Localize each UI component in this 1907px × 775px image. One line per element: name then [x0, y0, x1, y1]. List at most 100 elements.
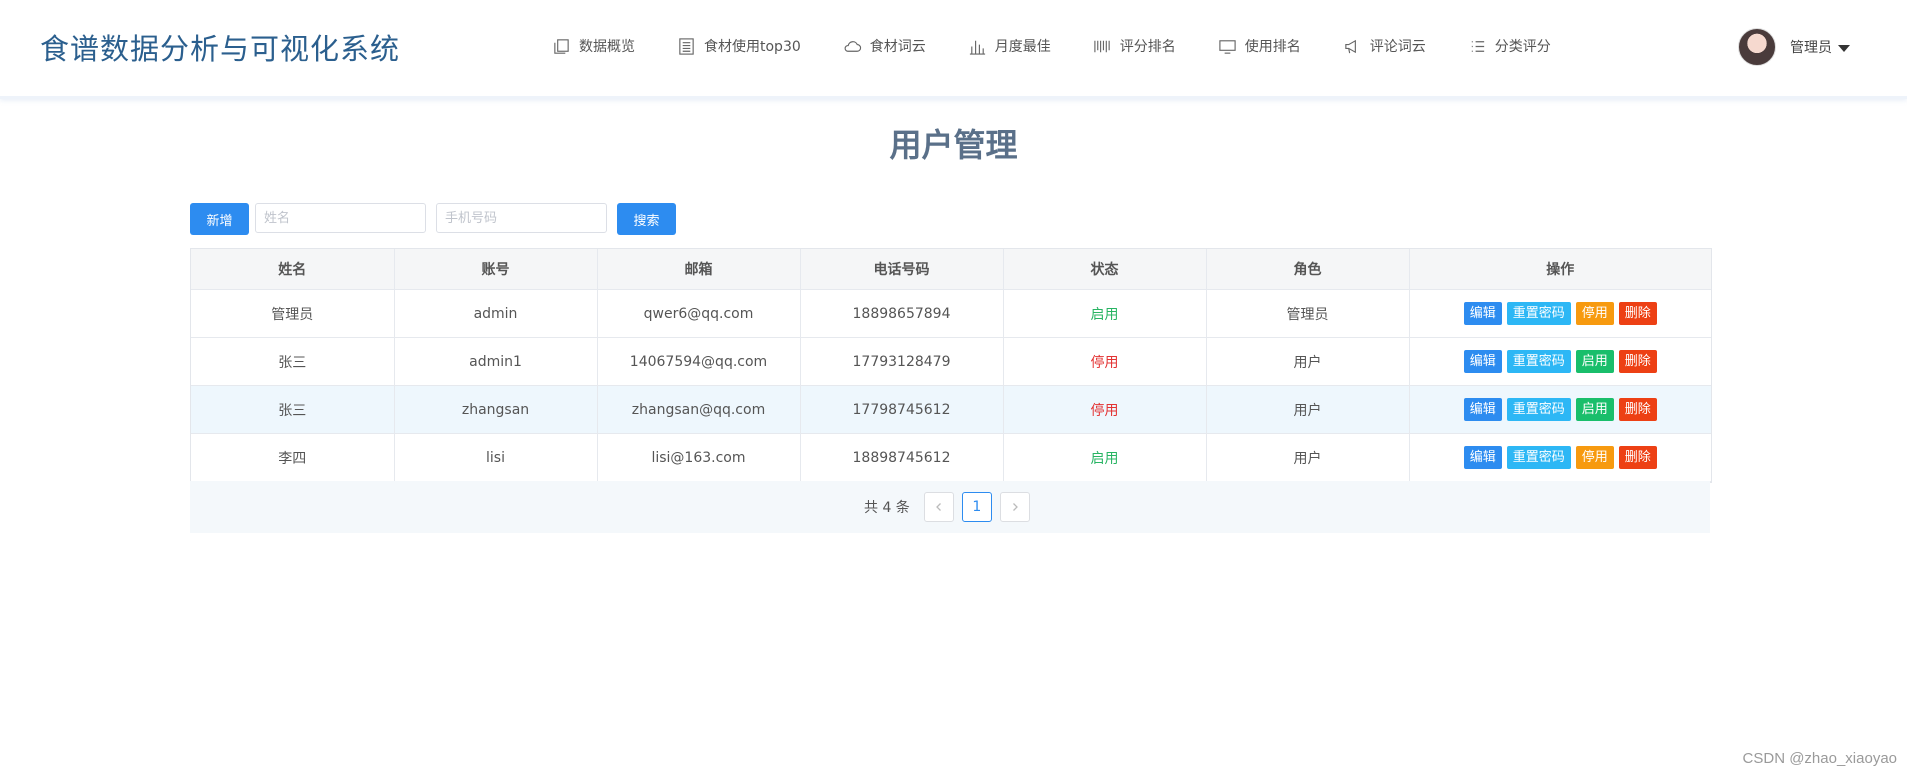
column-header: 操作	[1409, 249, 1711, 290]
cell-email: qwer6@qq.com	[597, 289, 801, 338]
nav-item-usage-rank[interactable]: 使用排名	[1218, 36, 1301, 56]
column-header: 姓名	[191, 249, 395, 290]
column-header: 电话号码	[800, 249, 1004, 290]
cell-actions: 编辑 重置密码 启用 删除	[1409, 337, 1711, 386]
pagination: 共 4 条 1	[864, 491, 1038, 523]
cell-status: 停用	[1003, 385, 1207, 434]
column-header: 邮箱	[597, 249, 801, 290]
watermark: CSDN @zhao_xiaoyao	[1742, 750, 1897, 767]
edit-button[interactable]: 编辑	[1463, 398, 1502, 421]
toggle-status-button[interactable]: 启用	[1575, 398, 1614, 421]
cell-status: 启用	[1003, 289, 1207, 338]
cell-role: 用户	[1206, 433, 1410, 482]
column-header: 状态	[1003, 249, 1207, 290]
monitor-icon	[1219, 39, 1236, 54]
cell-actions: 编辑 重置密码 启用 删除	[1409, 385, 1711, 434]
delete-button[interactable]: 删除	[1618, 398, 1657, 421]
brand-title[interactable]: 食谱数据分析与可视化系统	[40, 26, 400, 68]
edit-button[interactable]: 编辑	[1463, 446, 1502, 469]
reset-password-button[interactable]: 重置密码	[1506, 446, 1571, 469]
nav-item-top30[interactable]: 食材使用top30	[677, 36, 801, 56]
cell-phone: 18898745612	[800, 433, 1004, 482]
user-name[interactable]: 管理员	[1790, 37, 1832, 57]
table-header-row: 姓名 账号 邮箱 电话号码 状态 角色 操作	[191, 249, 1711, 290]
cell-actions: 编辑 重置密码 停用 删除	[1409, 433, 1711, 482]
avatar[interactable]	[1738, 28, 1776, 66]
barcode-icon	[1094, 40, 1110, 52]
nav-label: 分类评分	[1494, 39, 1551, 55]
toggle-status-button[interactable]: 停用	[1575, 302, 1614, 325]
reset-password-button[interactable]: 重置密码	[1506, 302, 1571, 325]
nav-label: 食材使用top30	[704, 39, 801, 55]
list-icon	[679, 37, 694, 55]
cell-account: admin1	[394, 337, 598, 386]
nav-label: 数据概览	[579, 39, 635, 55]
search-button[interactable]: 搜索	[617, 203, 676, 235]
edit-button[interactable]: 编辑	[1463, 302, 1502, 325]
cell-role: 用户	[1206, 337, 1410, 386]
bar-chart-icon	[969, 40, 985, 55]
table-row: 李四 lisi lisi@163.com 18898745612 启用 用户 编…	[191, 433, 1711, 482]
next-page-button[interactable]	[999, 492, 1030, 522]
copy-icon	[554, 38, 569, 54]
cell-account: lisi	[394, 433, 598, 482]
user-menu[interactable]: 管理员	[1738, 28, 1850, 66]
nav-label: 评分排名	[1119, 39, 1176, 55]
nav-item-comment-cloud[interactable]: 评论词云	[1343, 36, 1426, 56]
column-header: 账号	[394, 249, 598, 290]
nav-item-ingredient-cloud[interactable]: 食材词云	[843, 36, 926, 56]
chevron-left-icon	[935, 503, 941, 511]
cell-email: lisi@163.com	[597, 433, 801, 482]
nav-label: 评论词云	[1369, 39, 1426, 55]
cell-role: 用户	[1206, 385, 1410, 434]
nav-label: 使用排名	[1244, 39, 1301, 55]
phone-search-input[interactable]	[436, 203, 607, 233]
nav-item-rating-rank[interactable]: 评分排名	[1093, 36, 1176, 56]
cell-role: 管理员	[1206, 289, 1410, 338]
cell-status: 启用	[1003, 433, 1207, 482]
cloud-icon	[844, 40, 861, 52]
nav-item-overview[interactable]: 数据概览	[552, 36, 635, 56]
cell-account: zhangsan	[394, 385, 598, 434]
cell-name: 管理员	[191, 289, 395, 338]
cell-name: 张三	[191, 385, 395, 434]
delete-button[interactable]: 删除	[1618, 446, 1657, 469]
table-row: 张三 admin1 14067594@qq.com 17793128479 停用…	[191, 337, 1711, 386]
cell-phone: 17793128479	[800, 337, 1004, 386]
pagination-bar: 共 4 条 1	[190, 481, 1710, 533]
name-search-input[interactable]	[255, 203, 426, 233]
caret-down-icon[interactable]	[1838, 44, 1850, 52]
edit-button[interactable]: 编辑	[1463, 350, 1502, 373]
main-nav: 数据概览 食材使用top30 食材词云 月度最佳 评分排名 使用排名 评论词云	[552, 34, 1593, 58]
top-navbar: 食谱数据分析与可视化系统 数据概览 食材使用top30 食材词云 月度最佳 评分…	[0, 0, 1907, 99]
cell-status: 停用	[1003, 337, 1207, 386]
nav-item-monthly-best[interactable]: 月度最佳	[968, 36, 1051, 56]
megaphone-icon	[1345, 39, 1356, 53]
cell-phone: 18898657894	[800, 289, 1004, 338]
menu-list-icon	[1471, 40, 1484, 52]
page-title: 用户管理	[889, 126, 1018, 164]
user-table: 姓名 账号 邮箱 电话号码 状态 角色 操作 管理员 admin qwer6@q…	[190, 248, 1712, 483]
toggle-status-button[interactable]: 停用	[1575, 446, 1614, 469]
page-number[interactable]: 1	[961, 492, 992, 522]
cell-name: 李四	[191, 433, 395, 482]
reset-password-button[interactable]: 重置密码	[1506, 398, 1571, 421]
cell-account: admin	[394, 289, 598, 338]
chevron-right-icon	[1012, 503, 1018, 511]
cell-email: zhangsan@qq.com	[597, 385, 801, 434]
toggle-status-button[interactable]: 启用	[1575, 350, 1614, 373]
delete-button[interactable]: 删除	[1618, 302, 1657, 325]
nav-item-category-rating[interactable]: 分类评分	[1468, 36, 1551, 56]
table-row: 管理员 admin qwer6@qq.com 18898657894 启用 管理…	[191, 289, 1711, 338]
nav-label: 月度最佳	[994, 39, 1051, 55]
reset-password-button[interactable]: 重置密码	[1506, 350, 1571, 373]
cell-email: 14067594@qq.com	[597, 337, 801, 386]
delete-button[interactable]: 删除	[1618, 350, 1657, 373]
table-row: 张三 zhangsan zhangsan@qq.com 17798745612 …	[191, 385, 1711, 434]
cell-actions: 编辑 重置密码 停用 删除	[1409, 289, 1711, 338]
prev-page-button[interactable]	[923, 492, 954, 522]
cell-name: 张三	[191, 337, 395, 386]
cell-phone: 17798745612	[800, 385, 1004, 434]
column-header: 角色	[1206, 249, 1410, 290]
add-button[interactable]: 新增	[190, 203, 249, 235]
